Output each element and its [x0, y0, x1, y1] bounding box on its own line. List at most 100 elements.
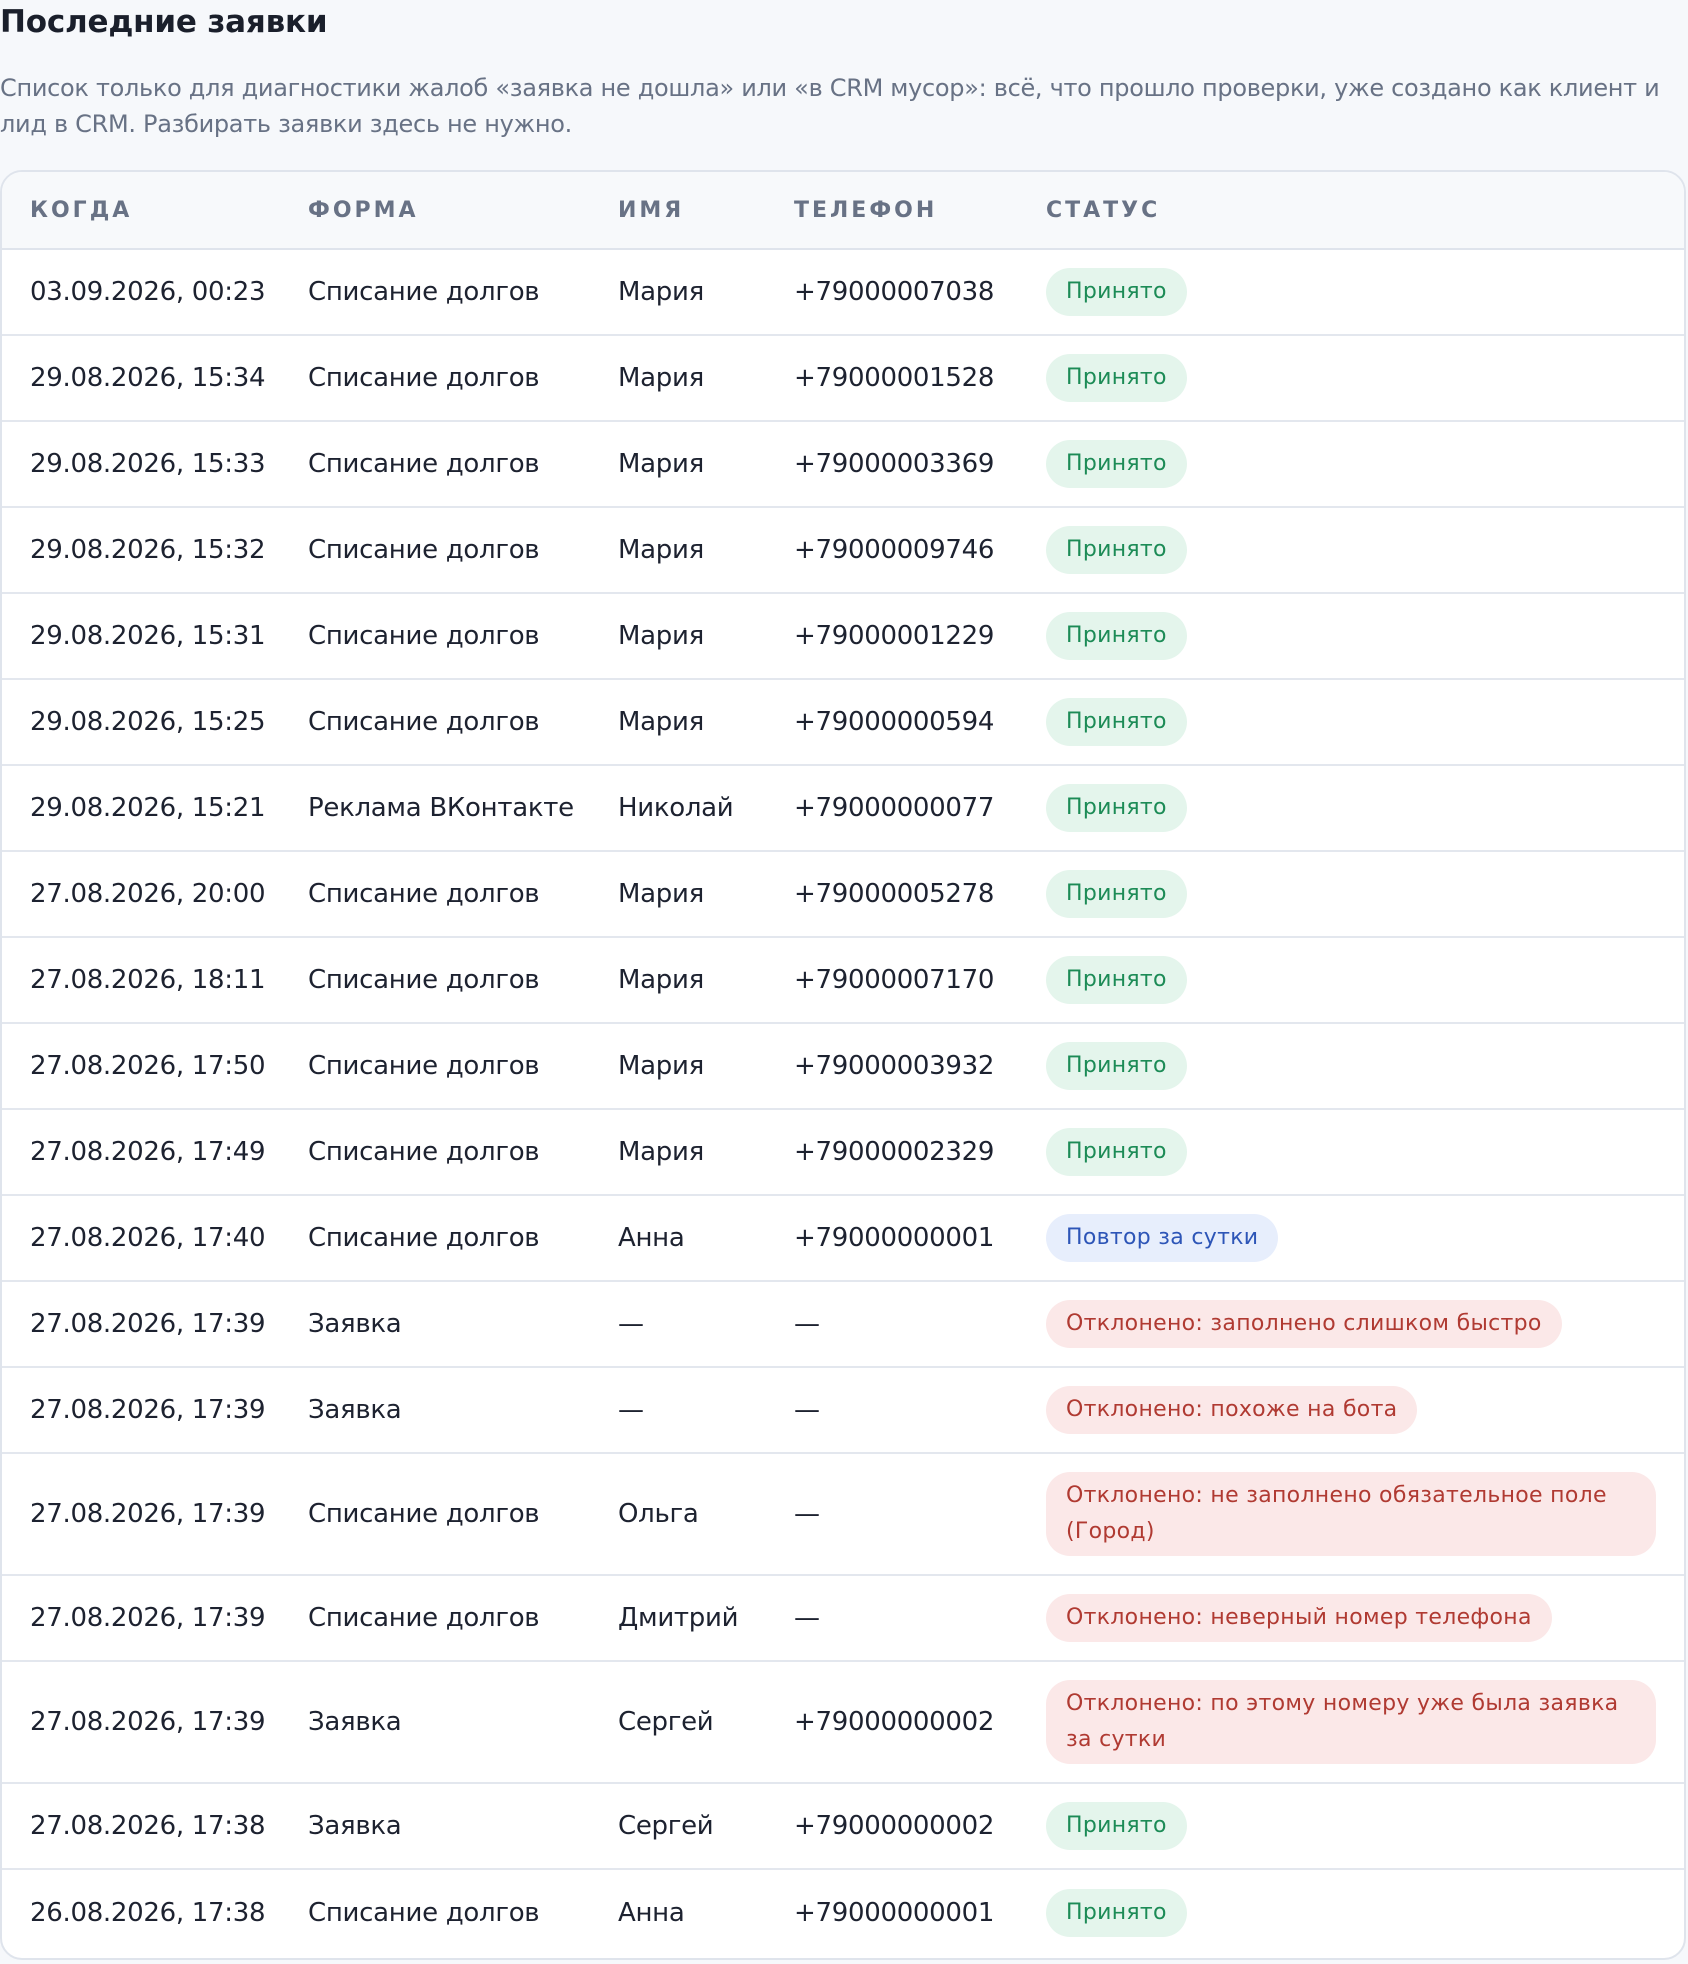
cell-form: Заявка	[280, 1661, 590, 1784]
column-header-status: СТАТУС	[1018, 172, 1684, 250]
cell-name: Мария	[590, 335, 766, 422]
cell-status: Принято	[1018, 1109, 1684, 1196]
cell-form: Заявка	[280, 1783, 590, 1870]
table-row: 29.08.2026, 15:33 Списание долгов Мария +79…	[2, 421, 1684, 508]
cell-when: 27.08.2026, 17:39	[2, 1453, 280, 1576]
table-row: 27.08.2026, 17:38 Заявка Сергей +7900000000…	[2, 1783, 1684, 1870]
cell-name: Мария	[590, 1023, 766, 1110]
cell-name: —	[590, 1281, 766, 1368]
cell-phone: —	[766, 1453, 1018, 1576]
cell-phone: +79000003369	[766, 421, 1018, 508]
status-badge: Принято	[1046, 1888, 1187, 1937]
cell-form: Списание долгов	[280, 593, 590, 680]
cell-phone: +79000000002	[766, 1661, 1018, 1784]
cell-name: Сергей	[590, 1783, 766, 1870]
cell-status: Принято	[1018, 1783, 1684, 1870]
cell-name: Ольга	[590, 1453, 766, 1576]
status-badge: Принято	[1046, 440, 1187, 488]
status-badge: Принято	[1046, 1128, 1187, 1176]
status-badge: Принято	[1046, 870, 1187, 918]
cell-name: Мария	[590, 593, 766, 680]
cell-form: Списание долгов	[280, 1109, 590, 1196]
table-row: 27.08.2026, 20:00 Списание долгов Мария +79…	[2, 851, 1684, 938]
cell-form: Списание долгов	[280, 249, 590, 336]
cell-when: 26.08.2026, 17:38	[30, 1897, 266, 1928]
cell-when: 27.08.2026, 17:39	[2, 1575, 280, 1662]
cell-form: Списание долгов	[280, 851, 590, 938]
cell-status: Принято	[1018, 1023, 1684, 1110]
cell-when: 03.09.2026, 00:23	[2, 249, 280, 336]
table-row: 27.08.2026, 17:39 Заявка Сергей +7900000000…	[2, 1661, 1684, 1784]
cell-form: Списание долгов	[280, 507, 590, 594]
cell-when: 27.08.2026, 17:40	[2, 1195, 280, 1282]
cell-status: Принято	[1018, 421, 1684, 508]
cell-phone: —	[766, 1367, 1018, 1454]
status-badge: Принято	[1046, 1802, 1187, 1850]
cell-phone: +79000001229	[766, 593, 1018, 680]
cell-when: 29.08.2026, 15:32	[2, 507, 280, 594]
table-row: 29.08.2026, 15:21 Реклама ВКонтакте Никола…	[2, 765, 1684, 852]
cell-form: Реклама ВКонтакте	[280, 765, 590, 852]
table-row: 27.08.2026, 17:50 Списание долгов Мария +79…	[2, 1023, 1684, 1110]
status-badge: Принято	[1046, 354, 1187, 402]
page-description: Список только для диагностики жалоб «зая…	[0, 74, 1660, 138]
cell-when: 29.08.2026, 15:31	[2, 593, 280, 680]
cell-phone: +79000005278	[766, 851, 1018, 938]
status-badge: Отклонено: по этому номеру уже была заяв…	[1046, 1680, 1656, 1764]
cell-status: Принято	[1018, 851, 1684, 938]
cell-phone: +79000000001	[766, 1195, 1018, 1282]
table-row: 27.08.2026, 17:39 Заявка — — Отклонено: похо…	[2, 1367, 1684, 1454]
cell-phone: +79000007038	[766, 249, 1018, 336]
cell-when: 27.08.2026, 17:38	[2, 1783, 280, 1870]
status-badge: Принято	[1046, 268, 1187, 316]
table-row: 27.08.2026, 17:49 Списание долгов Мария +79…	[2, 1109, 1684, 1196]
cell-form: Списание долгов	[280, 335, 590, 422]
table-row: 27.08.2026, 18:11 Списание долгов Мария +79…	[2, 937, 1684, 1024]
cell-name: Николай	[590, 765, 766, 852]
cell-status: Отклонено: по этому номеру уже была заяв…	[1018, 1661, 1684, 1784]
cell-when: 27.08.2026, 17:39	[2, 1281, 280, 1368]
cell-form: Списание долгов	[280, 421, 590, 508]
cell-status: Принято	[1018, 765, 1684, 852]
status-badge: Отклонено: не заполнено обязательное пол…	[1046, 1472, 1656, 1556]
table-row: 29.08.2026, 15:25 Списание долгов Мария +79…	[2, 679, 1684, 766]
cell-status: Повтор за сутки	[1018, 1195, 1684, 1282]
cell-name: Анна	[590, 1195, 766, 1282]
status-badge: Принято	[1046, 784, 1187, 832]
cell-status: Принято	[1018, 1869, 1684, 1955]
table-row: 27.08.2026, 17:39 Заявка — — Отклонено: запо…	[2, 1281, 1684, 1368]
table-body: 03.09.2026, 00:23 Списание долгов Мария +79…	[2, 249, 1684, 1955]
requests-table: КОГДА ФОРМА ИМЯ ТЕЛЕФОН СТАТУС 03.09.202…	[2, 172, 1684, 1955]
cell-phone: +79000000001	[794, 1897, 995, 1928]
cell-phone: +79000009746	[766, 507, 1018, 594]
status-badge: Отклонено: заполнено слишком быстро	[1046, 1300, 1562, 1348]
cell-form: Списание долгов	[308, 1897, 540, 1928]
cell-when: 27.08.2026, 20:00	[2, 851, 280, 938]
cell-form: Списание долгов	[280, 1453, 590, 1576]
cell-status: Принято	[1018, 937, 1684, 1024]
table-row: 27.08.2026, 17:39 Списание долгов Ольга — От…	[2, 1453, 1684, 1576]
cell-status: Принято	[1018, 335, 1684, 422]
table-header-row: КОГДА ФОРМА ИМЯ ТЕЛЕФОН СТАТУС	[2, 172, 1684, 250]
cell-form: Списание долгов	[280, 1195, 590, 1282]
cell-name: Дмитрий	[590, 1575, 766, 1662]
table-row: 26.08.2026, 17:38 Списание долгов Анна +790…	[2, 1869, 1684, 1955]
status-badge: Принято	[1046, 526, 1187, 574]
cell-phone: +79000000594	[766, 679, 1018, 766]
page: Последние заявки Список только для диагн…	[0, 0, 1688, 1964]
status-badge: Отклонено: похоже на бота	[1046, 1386, 1418, 1434]
cell-name: Мария	[590, 679, 766, 766]
cell-name: Анна	[618, 1897, 685, 1928]
cell-status: Принято	[1018, 593, 1684, 680]
cell-phone: +79000007170	[766, 937, 1018, 1024]
requests-table-card: КОГДА ФОРМА ИМЯ ТЕЛЕФОН СТАТУС 03.09.202…	[0, 170, 1686, 1960]
cell-status: Отклонено: заполнено слишком быстро	[1018, 1281, 1684, 1368]
cell-name: —	[590, 1367, 766, 1454]
cell-name: Сергей	[590, 1661, 766, 1784]
cell-when: 27.08.2026, 18:11	[2, 937, 280, 1024]
cell-form: Заявка	[280, 1367, 590, 1454]
status-badge: Принято	[1046, 612, 1187, 660]
cell-when: 27.08.2026, 17:39	[2, 1367, 280, 1454]
cell-phone: —	[766, 1575, 1018, 1662]
cell-when: 29.08.2026, 15:33	[2, 421, 280, 508]
